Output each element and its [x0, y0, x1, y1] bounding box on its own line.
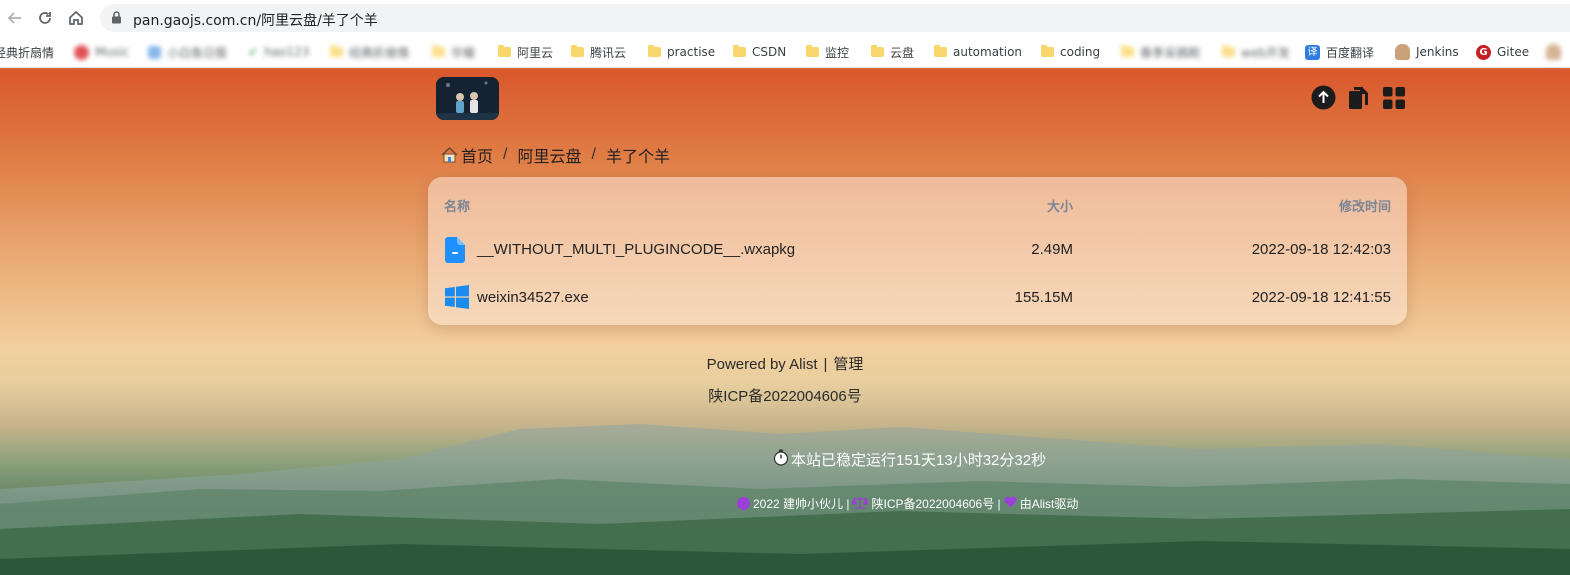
admin-link[interactable]: 管理	[833, 356, 863, 373]
folder-icon	[571, 45, 584, 57]
file-list: 名称 大小 修改时间 __WITHOUT_MULTI_PLUGINCODE__.…	[428, 177, 1407, 325]
site-logo[interactable]	[436, 77, 499, 120]
folder-icon	[934, 45, 947, 57]
bookmark-item[interactable]: Music	[74, 43, 129, 61]
file-name: weixin34527.exe	[477, 289, 589, 306]
bookmark-item[interactable]: CSDN	[733, 43, 786, 61]
music-icon	[74, 44, 89, 60]
file-icon	[445, 237, 469, 263]
bookmark-item[interactable]: web开发	[1222, 43, 1290, 61]
bookmark-item[interactable]: ✔ hao123	[248, 43, 309, 61]
bookmark-item[interactable]: 阿里云	[498, 43, 553, 61]
icp-license[interactable]: 陕ICP备2022004606号	[0, 385, 1570, 406]
folder-icon	[1121, 45, 1134, 57]
breadcrumb-separator: /	[503, 146, 508, 163]
translate-icon: 译	[1305, 44, 1320, 60]
grid-view-icon[interactable]	[1381, 85, 1406, 110]
folder-icon	[648, 45, 661, 57]
breadcrumb-current[interactable]: 羊了个羊	[606, 143, 670, 167]
gitee-icon: G	[1476, 44, 1491, 60]
folder-icon	[1222, 45, 1235, 57]
url-text: pan.gaojs.com.cn/阿里云盘/羊了个羊	[133, 13, 378, 29]
stopwatch-icon	[773, 449, 789, 470]
house-icon	[441, 147, 458, 163]
scale-icon	[851, 496, 870, 512]
folder-icon	[1041, 45, 1054, 57]
upload-icon[interactable]	[1311, 85, 1336, 110]
bookmark-item[interactable]: automation	[934, 43, 1022, 61]
breadcrumb-home[interactable]: 首页	[461, 143, 493, 167]
column-header-size[interactable]: 大小	[1047, 196, 1073, 215]
page-background: 首页 / 阿里云盘 / 羊了个羊 名称 大小 修改时间 __WITHOUT_MU…	[0, 69, 1570, 575]
bookmarks-bar: 经典折扇情 Music 小白鱼日报 ✔ hao123 经典折扇情 华耀 阿里云 腾…	[0, 37, 1570, 68]
credit-year: 2022 建帅小伙儿 |	[753, 497, 850, 511]
header-actions	[1311, 85, 1406, 110]
lock-icon	[111, 11, 122, 29]
copy-icon[interactable]	[1346, 85, 1371, 110]
bookmark-item[interactable]: 云盘	[871, 43, 914, 61]
bookmark-item[interactable]: practise	[648, 43, 715, 61]
jenkins-icon	[1395, 44, 1410, 60]
folder-icon	[733, 45, 746, 57]
site-credits: 2022 建帅小伙儿 | 陕ICP备2022004606号 | 由Alist驱动	[737, 495, 1078, 512]
file-name: __WITHOUT_MULTI_PLUGINCODE__.wxapkg	[477, 241, 796, 258]
powered-by-link[interactable]: Powered by Alist	[707, 356, 818, 373]
bookmark-item[interactable]: 译百度翻译	[1305, 43, 1374, 61]
bookmark-item[interactable]: 经典折扇情	[0, 43, 54, 61]
back-arrow-icon[interactable]	[4, 7, 26, 29]
browser-toolbar: pan.gaojs.com.cn/阿里云盘/羊了个羊	[0, 0, 1570, 37]
check-icon: ✔	[248, 45, 259, 59]
bookmark-item[interactable]: G Gitee	[1476, 43, 1529, 61]
folder-icon	[432, 45, 445, 57]
file-size: 155.15M	[1014, 289, 1073, 306]
bookmark-item[interactable]	[1546, 43, 1561, 61]
avatar-icon	[1546, 44, 1561, 60]
home-icon[interactable]	[65, 7, 87, 29]
file-modified: 2022-09-18 12:42:03	[1251, 241, 1391, 258]
breadcrumb-separator: /	[591, 146, 596, 163]
folder-icon	[871, 45, 884, 57]
uptime-counter: 本站已稳定运行151天13小时32分32秒	[773, 449, 1046, 470]
powered-by: Powered by Alist | 管理	[0, 353, 1570, 374]
footer-separator: |	[823, 356, 828, 373]
windows-icon	[445, 285, 469, 311]
address-bar[interactable]: pan.gaojs.com.cn/阿里云盘/羊了个羊	[100, 4, 1570, 32]
bookmark-item[interactable]: 经典折扇情	[330, 43, 409, 61]
page-icon	[148, 45, 161, 59]
folder-icon	[498, 45, 511, 57]
column-header-modified[interactable]: 修改时间	[1339, 196, 1391, 215]
breadcrumb-item[interactable]: 阿里云盘	[517, 143, 581, 167]
bookmark-item[interactable]: 春季采摘刷	[1121, 43, 1200, 61]
bookmark-item[interactable]: 小白鱼日报	[148, 43, 227, 61]
heart-icon	[1004, 496, 1017, 511]
file-size: 2.49M	[1031, 241, 1073, 258]
bookmark-item[interactable]: coding	[1041, 43, 1100, 61]
bookmark-item[interactable]: Jenkins	[1395, 43, 1459, 61]
column-header-name[interactable]: 名称	[444, 196, 470, 215]
bookmark-item[interactable]: 监控	[806, 43, 849, 61]
credit-driver[interactable]: 由Alist驱动	[1020, 495, 1079, 512]
breadcrumb: 首页 / 阿里云盘 / 羊了个羊	[441, 143, 670, 167]
file-row[interactable]: __WITHOUT_MULTI_PLUGINCODE__.wxapkg 2.49…	[428, 226, 1407, 274]
reload-icon[interactable]	[34, 7, 56, 29]
copyright-icon	[737, 497, 750, 510]
bookmark-item[interactable]: 腾讯云	[571, 43, 626, 61]
credit-icp[interactable]: 陕ICP备2022004606号 |	[871, 495, 1000, 512]
file-modified: 2022-09-18 12:41:55	[1251, 289, 1391, 306]
bookmark-item[interactable]: 华耀	[432, 43, 475, 61]
folder-icon	[806, 45, 819, 57]
file-row[interactable]: weixin34527.exe 155.15M 2022-09-18 12:41…	[428, 274, 1407, 322]
folder-icon	[330, 45, 343, 57]
uptime-text: 本站已稳定运行151天13小时32分32秒	[791, 452, 1047, 469]
